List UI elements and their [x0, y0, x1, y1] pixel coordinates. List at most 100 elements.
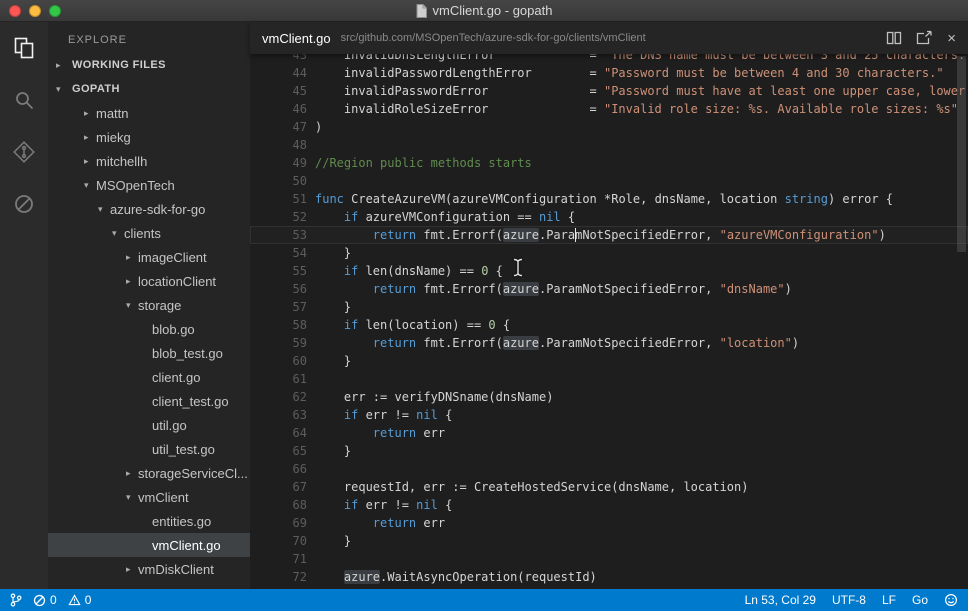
- line-text: return err: [315, 424, 445, 442]
- code-line-64[interactable]: 64 return err: [250, 424, 968, 442]
- fullscreen-window-button[interactable]: [49, 5, 61, 17]
- tree-item-azure-sdk-for-go[interactable]: ▾azure-sdk-for-go: [48, 197, 250, 221]
- code-line-66[interactable]: 66: [250, 460, 968, 478]
- tree-item-vmDiskClient[interactable]: ▸vmDiskClient: [48, 557, 250, 581]
- chevron-expanded-icon[interactable]: ▾: [84, 180, 96, 191]
- code-line-52[interactable]: 52 if azureVMConfiguration == nil {: [250, 208, 968, 226]
- code-line-61[interactable]: 61: [250, 370, 968, 388]
- code-line-70[interactable]: 70 }: [250, 532, 968, 550]
- tree-item-vmClient[interactable]: ▾vmClient: [48, 485, 250, 509]
- section-working-files[interactable]: ▸ WORKING FILES: [48, 53, 250, 77]
- minimize-window-button[interactable]: [29, 5, 41, 17]
- line-text: //Region public methods starts: [315, 154, 532, 172]
- debug-icon[interactable]: [0, 178, 48, 230]
- code-line-71[interactable]: 71: [250, 550, 968, 568]
- split-editor-icon[interactable]: [886, 30, 902, 46]
- vertical-scrollbar[interactable]: [957, 56, 966, 252]
- code-line-50[interactable]: 50: [250, 172, 968, 190]
- section-gopath[interactable]: ▾ GOPATH: [48, 77, 250, 101]
- code-line-67[interactable]: 67 requestId, err := CreateHostedService…: [250, 478, 968, 496]
- tree-item-blob.go[interactable]: blob.go: [48, 317, 250, 341]
- line-text: if len(dnsName) == 0 {: [315, 262, 503, 280]
- chevron-collapsed-icon[interactable]: ▸: [84, 108, 96, 119]
- code-line-54[interactable]: 54 }: [250, 244, 968, 262]
- chevron-collapsed-icon[interactable]: ▸: [112, 588, 124, 590]
- git-icon[interactable]: [0, 126, 48, 178]
- code-line-43[interactable]: 43 invalidDnsLengthError = "The DNS name…: [250, 54, 968, 64]
- tree-item-util_test.go[interactable]: util_test.go: [48, 437, 250, 461]
- editor-group: vmClient.go src/github.com/MSOpenTech/az…: [250, 22, 968, 589]
- line-text: if err != nil {: [315, 496, 452, 514]
- chevron-collapsed-icon[interactable]: ▸: [126, 252, 138, 263]
- tree-item-core[interactable]: ▸core: [48, 581, 250, 589]
- tree-item-mitchellh[interactable]: ▸mitchellh: [48, 149, 250, 173]
- tree-item-blob_test.go[interactable]: blob_test.go: [48, 341, 250, 365]
- chevron-collapsed-icon[interactable]: ▸: [84, 132, 96, 143]
- tree-item-imageClient[interactable]: ▸imageClient: [48, 245, 250, 269]
- open-preview-icon[interactable]: [916, 30, 933, 46]
- chevron-collapsed-icon[interactable]: ▸: [84, 156, 96, 167]
- warning-count-value: 0: [85, 593, 92, 607]
- line-number: 71: [250, 550, 307, 568]
- feedback-smiley-icon[interactable]: [944, 593, 958, 607]
- code-line-51[interactable]: 51func CreateAzureVM(azureVMConfiguratio…: [250, 190, 968, 208]
- code-editor[interactable]: 43 invalidDnsLengthError = "The DNS name…: [250, 54, 968, 589]
- close-window-button[interactable]: [9, 5, 21, 17]
- chevron-collapsed-icon[interactable]: ▸: [126, 276, 138, 287]
- code-line-56[interactable]: 56 return fmt.Errorf(azure.ParamNotSpeci…: [250, 280, 968, 298]
- tree-item-label: azure-sdk-for-go: [110, 202, 205, 217]
- line-number: 43: [250, 54, 307, 64]
- encoding-indicator[interactable]: UTF-8: [832, 593, 866, 607]
- code-line-49[interactable]: 49//Region public methods starts: [250, 154, 968, 172]
- code-line-57[interactable]: 57 }: [250, 298, 968, 316]
- error-count[interactable]: 0: [33, 593, 57, 607]
- tree-item-mattn[interactable]: ▸mattn: [48, 101, 250, 125]
- code-line-63[interactable]: 63 if err != nil {: [250, 406, 968, 424]
- code-line-44[interactable]: 44 invalidPasswordLengthError = "Passwor…: [250, 64, 968, 82]
- code-line-65[interactable]: 65 }: [250, 442, 968, 460]
- tree-item-storageServiceCl...[interactable]: ▸storageServiceCl...: [48, 461, 250, 485]
- code-line-68[interactable]: 68 if err != nil {: [250, 496, 968, 514]
- code-line-55[interactable]: 55 if len(dnsName) == 0 {: [250, 262, 968, 280]
- line-text: azure.WaitAsyncOperation(requestId): [315, 568, 597, 586]
- code-line-60[interactable]: 60 }: [250, 352, 968, 370]
- tree-item-miekg[interactable]: ▸miekg: [48, 125, 250, 149]
- tree-item-client_test.go[interactable]: client_test.go: [48, 389, 250, 413]
- line-number: 67: [250, 478, 307, 496]
- code-line-58[interactable]: 58 if len(location) == 0 {: [250, 316, 968, 334]
- code-line-72[interactable]: 72 azure.WaitAsyncOperation(requestId): [250, 568, 968, 586]
- language-mode[interactable]: Go: [912, 593, 928, 607]
- code-line-62[interactable]: 62 err := verifyDNSname(dnsName): [250, 388, 968, 406]
- code-line-53[interactable]: 53 return fmt.Errorf(azure.ParamNotSpeci…: [250, 226, 968, 244]
- tree-item-clients[interactable]: ▾clients: [48, 221, 250, 245]
- tree-item-label: miekg: [96, 130, 131, 145]
- code-line-47[interactable]: 47): [250, 118, 968, 136]
- tree-item-storage[interactable]: ▾storage: [48, 293, 250, 317]
- chevron-collapsed-icon[interactable]: ▸: [126, 468, 138, 479]
- chevron-expanded-icon[interactable]: ▾: [98, 204, 110, 215]
- tree-item-locationClient[interactable]: ▸locationClient: [48, 269, 250, 293]
- close-editor-icon[interactable]: ×: [947, 31, 956, 46]
- chevron-expanded-icon[interactable]: ▾: [126, 300, 138, 311]
- code-line-48[interactable]: 48: [250, 136, 968, 154]
- code-line-69[interactable]: 69 return err: [250, 514, 968, 532]
- chevron-expanded-icon[interactable]: ▾: [112, 228, 124, 239]
- code-line-45[interactable]: 45 invalidPasswordError = "Password must…: [250, 82, 968, 100]
- git-branch-icon[interactable]: [10, 593, 22, 607]
- code-line-46[interactable]: 46 invalidRoleSizeError = "Invalid role …: [250, 100, 968, 118]
- tree-item-vmClient.go[interactable]: vmClient.go: [48, 533, 250, 557]
- code-line-59[interactable]: 59 return fmt.Errorf(azure.ParamNotSpeci…: [250, 334, 968, 352]
- tree-item-entities.go[interactable]: entities.go: [48, 509, 250, 533]
- line-number: 65: [250, 442, 307, 460]
- tree-item-label: blob_test.go: [152, 346, 223, 361]
- explorer-icon[interactable]: [0, 22, 48, 74]
- chevron-expanded-icon[interactable]: ▾: [126, 492, 138, 503]
- tree-item-client.go[interactable]: client.go: [48, 365, 250, 389]
- tree-item-util.go[interactable]: util.go: [48, 413, 250, 437]
- tree-item-MSOpenTech[interactable]: ▾MSOpenTech: [48, 173, 250, 197]
- eol-indicator[interactable]: LF: [882, 593, 896, 607]
- warning-count[interactable]: 0: [68, 593, 92, 607]
- cursor-position[interactable]: Ln 53, Col 29: [745, 593, 816, 607]
- chevron-collapsed-icon[interactable]: ▸: [126, 564, 138, 575]
- search-icon[interactable]: [0, 74, 48, 126]
